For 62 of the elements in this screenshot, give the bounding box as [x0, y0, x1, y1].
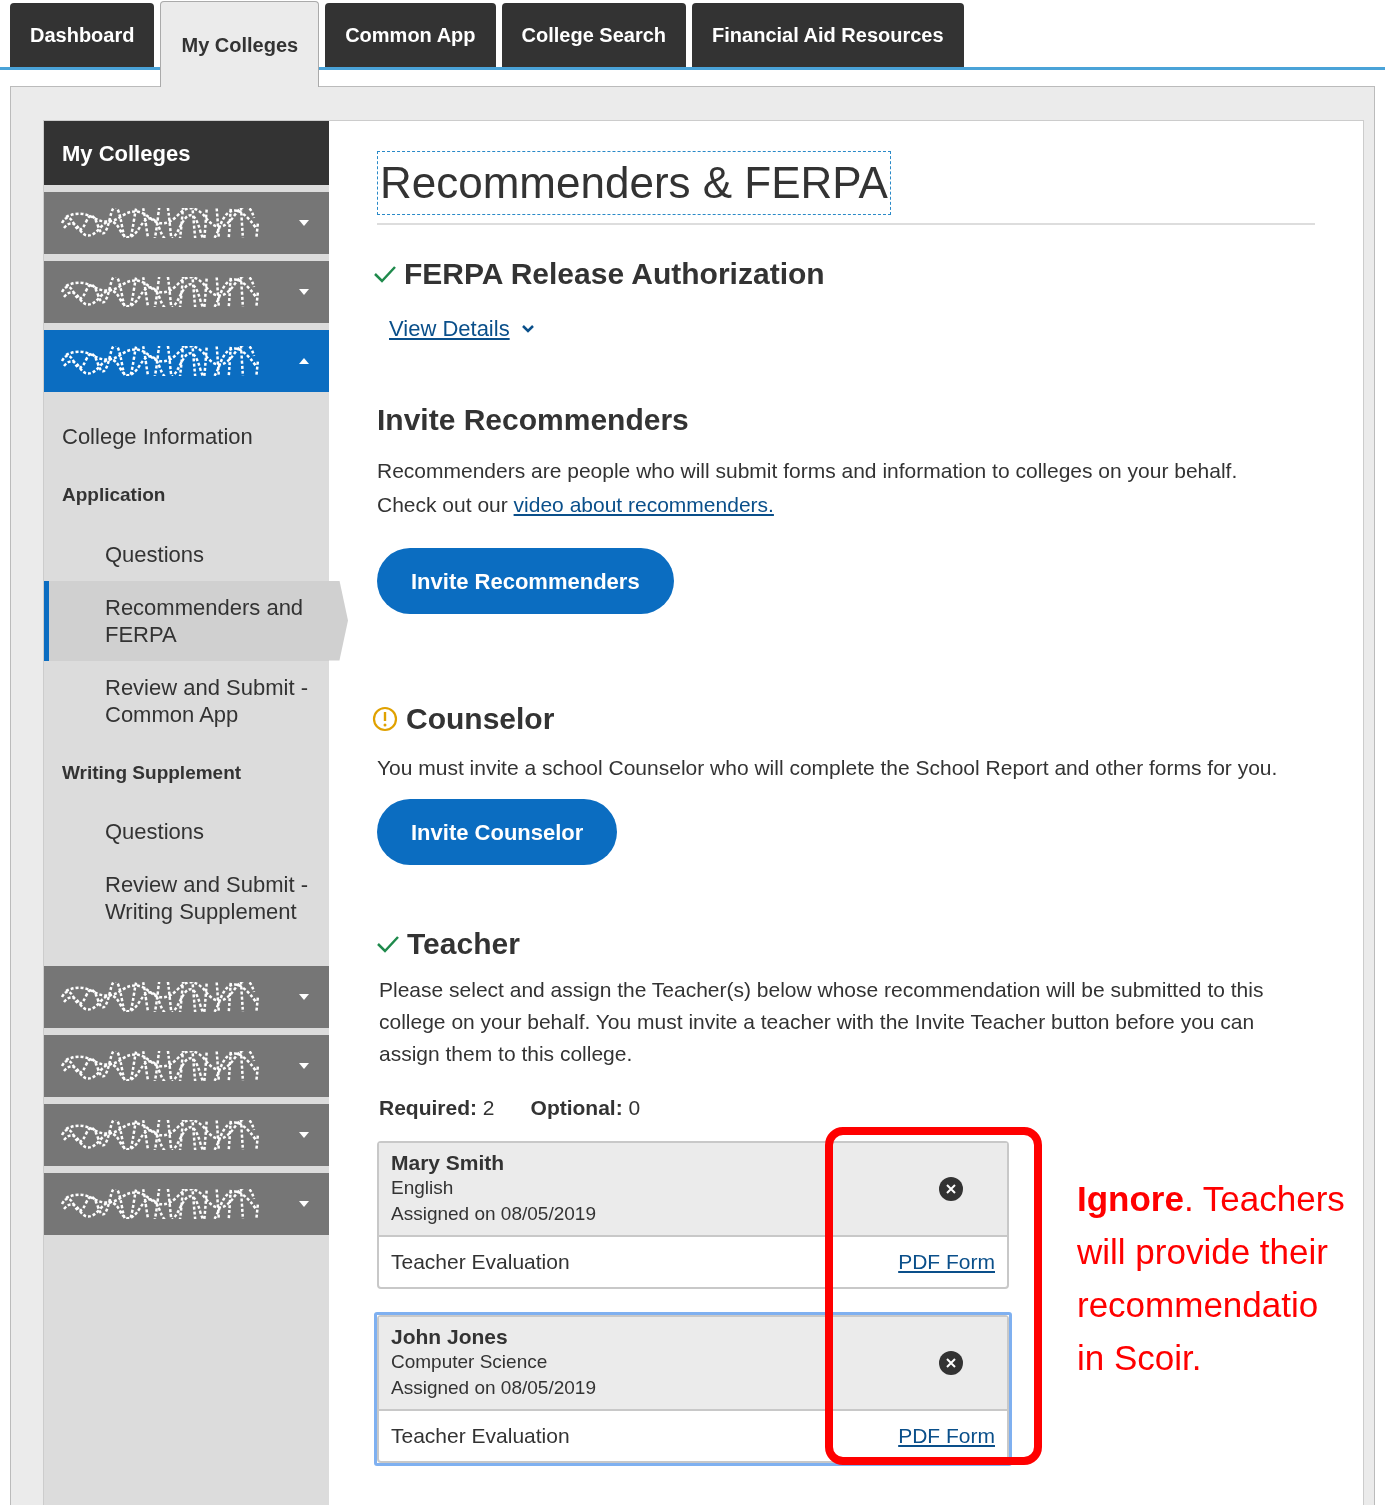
required-count: Required: 2 — [379, 1095, 495, 1121]
caret-down-icon — [299, 1132, 309, 1138]
nav-tab[interactable]: College Search — [501, 3, 687, 67]
college-row[interactable] — [44, 261, 329, 323]
pdf-form-link[interactable]: PDF Form — [898, 1245, 995, 1278]
caret-down-icon — [299, 1201, 309, 1207]
nav-tab[interactable]: My Colleges — [160, 1, 320, 87]
assigned-date: Assigned on 08/05/2019 — [391, 1375, 596, 1400]
caret-down-icon — [299, 289, 309, 295]
nav-link[interactable]: Questions — [44, 527, 329, 581]
section-heading: Counselor — [406, 701, 555, 737]
pdf-form-link[interactable]: PDF Form — [898, 1419, 995, 1452]
teacher-subject: English — [391, 1175, 455, 1200]
form-name: Teacher Evaluation — [391, 1248, 570, 1275]
college-row[interactable] — [44, 966, 329, 1028]
remove-button[interactable] — [939, 1176, 963, 1201]
assigned-date: Assigned on 08/05/2019 — [391, 1201, 596, 1226]
check-icon — [377, 934, 399, 953]
college-row[interactable] — [44, 1173, 329, 1235]
section-description: You must invite a school Counselor who will complete the School Report and other forms for you. — [377, 755, 1279, 781]
section-heading: Invite Recommenders — [377, 402, 690, 438]
nav-link[interactable]: Recommenders and FERPA — [44, 580, 329, 661]
section-heading: FERPA Release Authorization — [404, 256, 825, 292]
invite-recommenders-button[interactable]: Invite Recommenders — [377, 548, 674, 614]
nav-link[interactable]: College Information — [44, 410, 329, 463]
section-description: Please select and assign the Teacher(s) below whose recommendation will be submitted to this college on your behalf. You must invite a teacher with the Invite Teacher button before you can assign them to this college. — [379, 977, 1265, 1067]
caret-up-icon — [299, 358, 309, 364]
video-link[interactable]: video about recommenders. — [513, 493, 774, 516]
annotation-note: Ignore. Teachers will provide their recommendatio in Scoir. — [1077, 1178, 1345, 1379]
teacher-subject: Computer Science — [391, 1349, 549, 1374]
college-row[interactable] — [44, 330, 329, 392]
nav-link[interactable]: Review and Submit - Writing Supplement — [44, 858, 329, 938]
form-name: Teacher Evaluation — [391, 1422, 570, 1449]
nav-link[interactable]: Questions — [44, 805, 329, 858]
section-heading: Teacher — [407, 926, 520, 962]
view-details-link[interactable]: View Details — [389, 312, 510, 345]
sidebar-header: My Colleges — [44, 121, 329, 185]
caret-down-icon — [299, 1063, 309, 1069]
nav-tab[interactable]: Common App — [325, 3, 496, 67]
nav-tab[interactable]: Financial Aid Resources — [692, 3, 964, 67]
caret-down-icon — [299, 220, 309, 226]
college-row[interactable] — [44, 1104, 329, 1166]
chevron-down-icon — [521, 324, 534, 333]
caret-down-icon — [299, 994, 309, 1000]
invite-counselor-button[interactable]: Invite Counselor — [377, 799, 618, 865]
remove-button[interactable] — [939, 1350, 963, 1375]
optional-count: Optional: 0 — [530, 1095, 641, 1121]
college-row[interactable] — [44, 1035, 329, 1097]
close-icon — [946, 1183, 956, 1194]
nav-section-heading: Application — [61, 483, 167, 507]
page-title: Recommenders & FERPA — [377, 151, 891, 215]
section-description: Recommenders are people who will submit forms and information to colleges on your behalf. Check out our video about recommenders. — [377, 458, 1239, 518]
nav-section-heading: Writing Supplement — [61, 760, 243, 785]
check-icon — [374, 264, 396, 283]
exclamation-circle-icon — [372, 705, 398, 732]
college-row[interactable] — [44, 192, 329, 254]
close-icon — [946, 1357, 956, 1368]
nav-link[interactable]: Review and Submit - Common App — [44, 660, 329, 741]
teacher-name: Mary Smith — [391, 1150, 506, 1175]
teacher-name: John Jones — [391, 1324, 509, 1349]
nav-tab[interactable]: Dashboard — [10, 3, 155, 67]
teacher-card[interactable]: John Jones Computer Science Assigned on 08/05/2019 Teacher Evaluation PDF Form — [374, 1311, 1012, 1466]
